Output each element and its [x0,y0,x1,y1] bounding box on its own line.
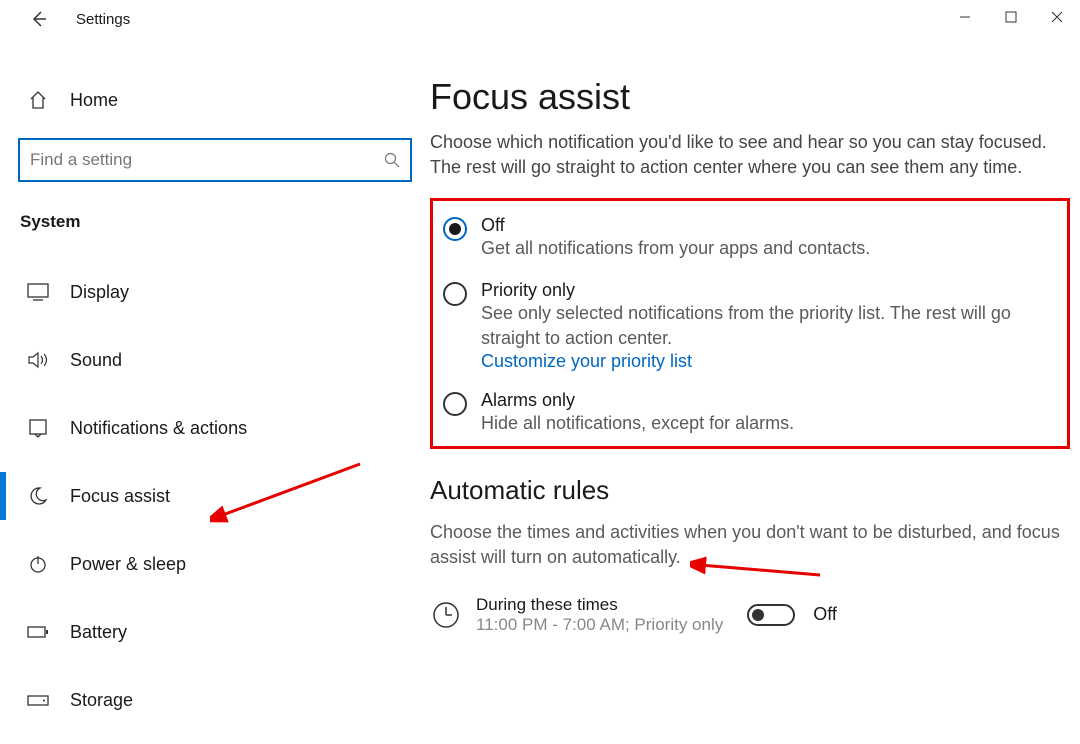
close-icon [1051,11,1063,23]
sidebar-item-notifications[interactable]: Notifications & actions [18,394,430,462]
search-icon [384,152,400,168]
radio-option-priority[interactable]: Priority only See only selected notifica… [439,280,1061,372]
sidebar-item-display[interactable]: Display [18,258,430,326]
customize-priority-link[interactable]: Customize your priority list [481,351,1061,372]
sidebar-item-label: Sound [70,350,122,371]
radio-label: Off [481,215,870,236]
window-controls [942,0,1080,34]
radio-option-off[interactable]: Off Get all notifications from your apps… [439,215,1061,261]
sidebar-item-storage[interactable]: Storage [18,666,430,734]
battery-icon [26,625,50,639]
automatic-rules-description: Choose the times and activities when you… [430,520,1070,570]
sound-icon [26,351,50,369]
clock-icon [430,599,462,631]
display-icon [26,283,50,301]
rule-toggle[interactable] [747,604,795,626]
minimize-icon [959,11,971,23]
page-description: Choose which notification you'd like to … [430,130,1070,180]
rule-subtitle: 11:00 PM - 7:00 AM; Priority only [476,615,723,635]
radio-button-priority[interactable] [443,282,467,306]
sidebar-item-sound[interactable]: Sound [18,326,430,394]
power-icon [26,554,50,574]
close-button[interactable] [1034,0,1080,34]
main-content: Focus assist Choose which notification y… [430,38,1080,744]
notifications-icon [26,418,50,438]
search-input[interactable] [30,150,384,170]
rule-toggle-label: Off [813,604,837,625]
home-label: Home [70,90,118,111]
home-nav[interactable]: Home [18,76,430,124]
sidebar-item-battery[interactable]: Battery [18,598,430,666]
sidebar-item-label: Notifications & actions [70,418,247,439]
window-title: Settings [76,11,130,28]
back-button[interactable] [24,5,52,33]
titlebar: Settings [0,0,1080,38]
radio-label: Priority only [481,280,1061,301]
storage-icon [26,693,50,707]
rule-during-these-times[interactable]: During these times 11:00 PM - 7:00 AM; P… [430,595,1070,635]
home-icon [26,90,50,110]
rule-label: During these times [476,595,723,615]
arrow-left-icon [29,10,47,28]
maximize-button[interactable] [988,0,1034,34]
sidebar-item-label: Power & sleep [70,554,186,575]
automatic-rules-heading: Automatic rules [430,475,1070,506]
radio-description: Hide all notifications, except for alarm… [481,411,794,436]
radio-button-off[interactable] [443,217,467,241]
radio-label: Alarms only [481,390,794,411]
sidebar-section-label: System [18,212,430,232]
page-title: Focus assist [430,76,1070,118]
sidebar-item-label: Battery [70,622,127,643]
sidebar: Home System Display Sound Notifications … [0,38,430,744]
radio-option-alarms[interactable]: Alarms only Hide all notifications, exce… [439,390,1061,436]
sidebar-item-label: Focus assist [70,486,170,507]
radio-description: See only selected notifications from the… [481,301,1061,351]
minimize-button[interactable] [942,0,988,34]
focus-mode-radio-group: Off Get all notifications from your apps… [430,198,1070,449]
moon-icon [26,486,50,506]
sidebar-item-label: Display [70,282,129,303]
radio-button-alarms[interactable] [443,392,467,416]
sidebar-item-power[interactable]: Power & sleep [18,530,430,598]
sidebar-item-label: Storage [70,690,133,711]
maximize-icon [1005,11,1017,23]
sidebar-item-focus-assist[interactable]: Focus assist [18,462,430,530]
search-input-container[interactable] [18,138,412,182]
radio-description: Get all notifications from your apps and… [481,236,870,261]
